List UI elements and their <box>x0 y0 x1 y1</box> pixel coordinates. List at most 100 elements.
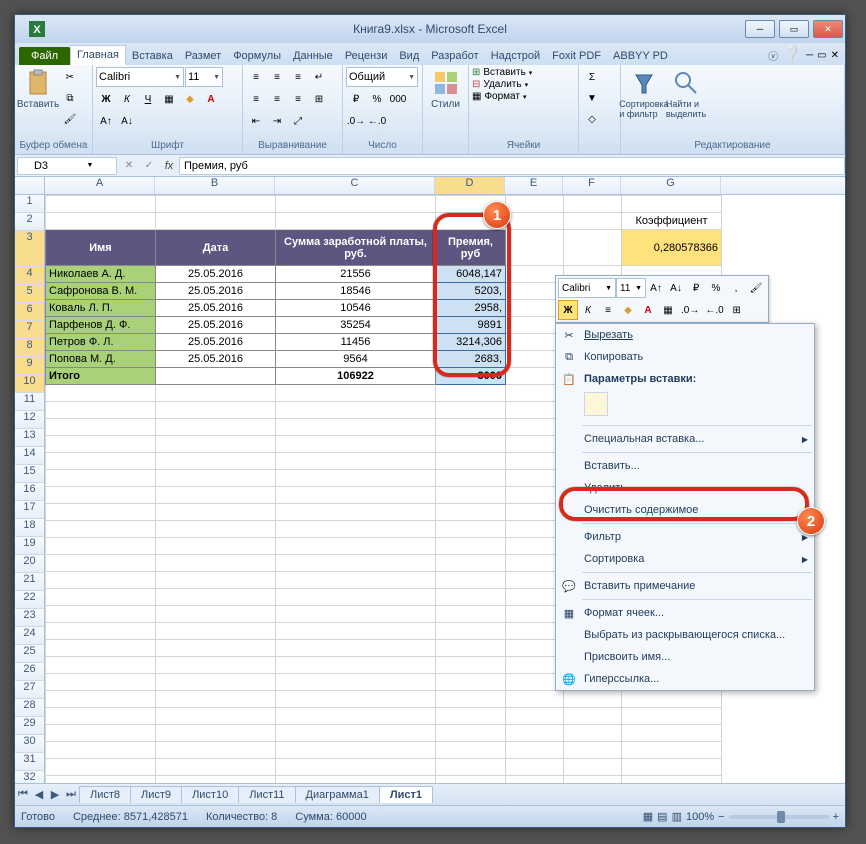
cell[interactable] <box>436 402 506 419</box>
row-header[interactable]: 28 <box>15 699 45 717</box>
cell[interactable]: 21556 <box>276 266 436 283</box>
cell[interactable]: Парфенов Д. Ф. <box>46 317 156 334</box>
ctx-insert[interactable]: Вставить... <box>556 455 814 477</box>
cell[interactable] <box>156 691 276 708</box>
row-header[interactable]: 10 <box>15 375 45 393</box>
cell[interactable] <box>156 674 276 691</box>
mini-font-color-icon[interactable]: А <box>638 300 658 320</box>
column-header[interactable]: G <box>621 177 721 194</box>
column-header[interactable]: B <box>155 177 275 194</box>
row-header[interactable]: 4 <box>15 267 45 285</box>
mini-dec-dec-icon[interactable]: ←.0 <box>702 300 726 320</box>
ribbon-tab-home[interactable]: Главная <box>70 45 126 65</box>
row-header[interactable]: 15 <box>15 465 45 483</box>
row-header[interactable]: 32 <box>15 771 45 783</box>
fill-icon[interactable]: ▼ <box>582 88 602 108</box>
cell[interactable] <box>46 589 156 606</box>
font-color-button[interactable]: А <box>201 89 221 109</box>
row-header[interactable]: 12 <box>15 411 45 429</box>
cell[interactable] <box>46 674 156 691</box>
format-painter-icon[interactable]: 🖌 <box>60 109 80 129</box>
ribbon-tab[interactable]: Разработ <box>425 47 484 65</box>
cell[interactable] <box>506 213 564 230</box>
cell[interactable] <box>506 230 564 266</box>
cell[interactable] <box>46 213 156 230</box>
align-center-icon[interactable]: ≡ <box>267 89 287 109</box>
sheet-tab[interactable]: Лист8 <box>79 786 131 803</box>
mini-grow-icon[interactable]: A↑ <box>646 278 666 298</box>
fx-icon[interactable]: fx <box>159 160 179 172</box>
cell[interactable] <box>156 521 276 538</box>
cell[interactable] <box>564 742 622 759</box>
ctx-pick-from-list[interactable]: Выбрать из раскрывающегося списка... <box>556 624 814 646</box>
cell[interactable] <box>622 725 722 742</box>
cell[interactable]: 10546 <box>276 300 436 317</box>
cell[interactable]: 25.05.2016 <box>156 283 276 300</box>
cell[interactable] <box>46 759 156 776</box>
grow-font-icon[interactable]: A↑ <box>96 111 116 131</box>
mini-fill-icon[interactable]: ◆ <box>618 300 638 320</box>
row-header[interactable]: 19 <box>15 537 45 555</box>
column-header[interactable]: E <box>505 177 563 194</box>
cell[interactable] <box>276 759 436 776</box>
cell[interactable] <box>46 436 156 453</box>
cell[interactable] <box>156 419 276 436</box>
cell[interactable] <box>46 606 156 623</box>
autosum-icon[interactable]: Σ <box>582 67 602 87</box>
cell[interactable] <box>622 196 722 213</box>
cell[interactable] <box>276 213 436 230</box>
cell[interactable] <box>436 555 506 572</box>
row-header[interactable]: 22 <box>15 591 45 609</box>
row-header[interactable]: 20 <box>15 555 45 573</box>
cell[interactable] <box>436 538 506 555</box>
ribbon-tab[interactable]: Данные <box>287 47 339 65</box>
orientation-icon[interactable]: ⤢ <box>288 111 308 131</box>
row-header[interactable]: 27 <box>15 681 45 699</box>
cut-icon[interactable]: ✂ <box>60 67 80 87</box>
cell[interactable] <box>622 742 722 759</box>
cell[interactable] <box>46 708 156 725</box>
sheet-tab[interactable]: Лист9 <box>130 786 182 803</box>
cell[interactable] <box>436 691 506 708</box>
row-header[interactable]: 3 <box>15 231 45 267</box>
cell[interactable] <box>436 521 506 538</box>
cell[interactable] <box>46 487 156 504</box>
cell[interactable] <box>276 521 436 538</box>
ctx-delete[interactable]: Удалить... <box>556 477 814 499</box>
cell[interactable] <box>276 674 436 691</box>
sheet-nav-last-icon[interactable]: ⏭ <box>63 788 79 801</box>
mini-format-painter-icon[interactable]: 🖌 <box>746 278 766 298</box>
mini-align-icon[interactable]: ≡ <box>598 300 618 320</box>
cell[interactable]: 25.05.2016 <box>156 334 276 351</box>
cell[interactable] <box>506 708 564 725</box>
ctx-filter[interactable]: Фильтр▶ <box>556 526 814 548</box>
align-middle-icon[interactable]: ≡ <box>267 67 287 87</box>
cell[interactable] <box>156 725 276 742</box>
align-left-icon[interactable]: ≡ <box>246 89 266 109</box>
cell[interactable]: Попова М. Д. <box>46 351 156 368</box>
number-format-combo[interactable]: Общий▼ <box>346 67 418 87</box>
cell[interactable]: Итого <box>46 368 156 385</box>
ribbon-minimize-icon[interactable]: ⓥ <box>768 48 778 63</box>
row-header[interactable]: 25 <box>15 645 45 663</box>
cell[interactable] <box>276 385 436 402</box>
view-layout-icon[interactable]: ▤ <box>657 810 667 823</box>
zoom-in-button[interactable]: + <box>833 811 839 823</box>
cell[interactable] <box>156 453 276 470</box>
cell[interactable] <box>156 589 276 606</box>
column-header[interactable]: C <box>275 177 435 194</box>
cell[interactable]: 25.05.2016 <box>156 351 276 368</box>
copy-icon[interactable]: ⧉ <box>60 88 80 108</box>
cell[interactable]: 25.05.2016 <box>156 317 276 334</box>
cell[interactable] <box>276 436 436 453</box>
cell[interactable] <box>436 708 506 725</box>
sheet-tab[interactable]: Лист10 <box>181 786 239 803</box>
row-header[interactable]: 5 <box>15 285 45 303</box>
cell[interactable] <box>156 487 276 504</box>
cell[interactable] <box>156 368 276 385</box>
cell[interactable] <box>506 742 564 759</box>
ctx-clear-contents[interactable]: Очистить содержимое <box>556 499 814 521</box>
row-header[interactable]: 7 <box>15 321 45 339</box>
ribbon-tab[interactable]: Размет <box>179 47 227 65</box>
zoom-level[interactable]: 100% <box>686 811 714 823</box>
